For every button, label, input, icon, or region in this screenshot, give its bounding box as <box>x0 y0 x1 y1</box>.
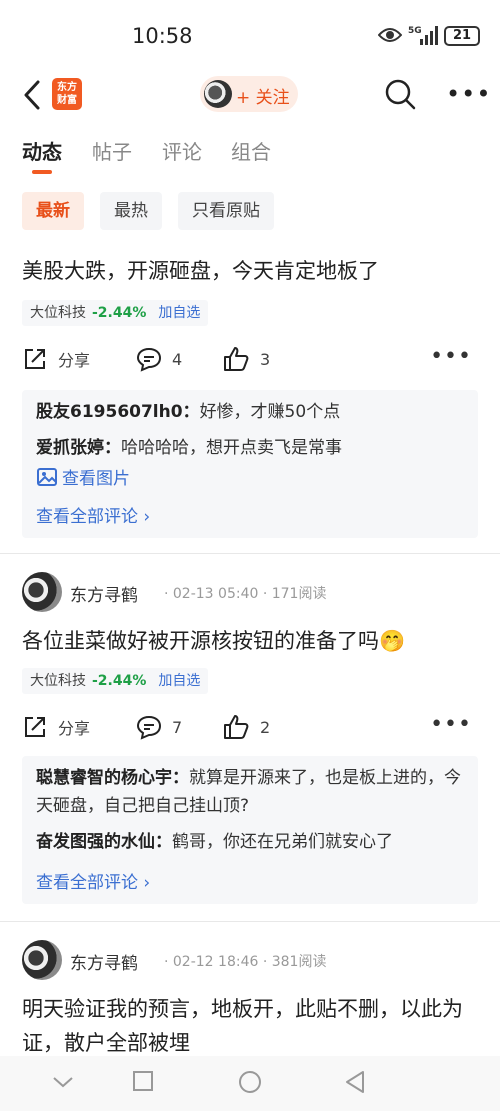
post-more-icon[interactable]: ••• <box>430 712 472 737</box>
comment-icon <box>136 715 162 740</box>
post-meta: · 02-13 05:40 · 171阅读 <box>164 586 327 602</box>
share-label: 分享 <box>58 351 91 370</box>
stock-name: 大位科技 <box>30 305 86 321</box>
comment-item[interactable]: 股友6195607lh0：好惨，才赚50个点 <box>36 398 464 426</box>
status-bar: 10:58 5G 21 <box>0 0 500 72</box>
post-content[interactable]: 各位韭菜做好被开源核按钮的准备了吗🤭 <box>22 624 478 658</box>
share-button[interactable]: 分享 <box>22 712 90 742</box>
divider <box>0 553 500 554</box>
search-icon[interactable] <box>384 78 416 110</box>
comment-text: 鹤哥，你还在兄弟们就安心了 <box>172 832 393 852</box>
stock-name: 大位科技 <box>30 673 86 689</box>
comment-user: 奋发图强的水仙： <box>36 832 172 852</box>
comment-user: 股友6195607lh0： <box>36 402 200 422</box>
tab-comments[interactable]: 评论 <box>162 136 202 165</box>
follow-button[interactable]: + 关注 <box>200 76 298 112</box>
eye-icon <box>378 28 402 42</box>
recent-apps-icon[interactable] <box>132 1070 154 1092</box>
battery-icon: 21 <box>444 26 480 46</box>
divider <box>0 921 500 922</box>
avatar[interactable] <box>22 572 62 612</box>
chevron-down-icon[interactable] <box>52 1074 74 1090</box>
logo-text-top: 东方 <box>57 82 77 93</box>
stock-tag[interactable]: 大位科技 -2.44% 加自选 <box>22 300 209 326</box>
like-button[interactable]: 2 <box>222 712 270 742</box>
thumbs-up-icon <box>224 347 249 371</box>
comment-icon <box>136 347 162 372</box>
author-name[interactable]: 东方寻鹤 <box>70 949 138 974</box>
tab-posts[interactable]: 帖子 <box>92 136 132 165</box>
more-icon[interactable]: ••• <box>446 80 491 108</box>
post-meta: · 02-12 18:46 · 381阅读 <box>164 954 327 970</box>
comment-user: 爱抓张婷： <box>36 438 121 458</box>
tab-portfolio[interactable]: 组合 <box>231 136 271 165</box>
follow-label: + 关注 <box>236 88 290 108</box>
comment-count: 7 <box>172 717 183 737</box>
post-content[interactable]: 明天验证我的预言，地板开，此贴不删，以此为证，散户全部被埋 <box>22 992 478 1060</box>
stock-tag[interactable]: 大位科技 -2.44% 加自选 <box>22 668 209 694</box>
comment-item[interactable]: 聪慧睿智的杨心宇：就算是开源来了，也是板上进的，今天砸盘，自己把自己挂山顶? <box>36 764 464 820</box>
comment-text: 好惨，才赚50个点 <box>199 402 341 422</box>
stock-change: -2.44% <box>92 305 147 321</box>
header: 东方 财富 + 关注 ••• <box>0 72 500 118</box>
view-all-comments-link[interactable]: 查看全部评论 › <box>36 868 150 893</box>
filter-latest[interactable]: 最新 <box>22 192 84 230</box>
comment-preview: 聪慧睿智的杨心宇：就算是开源来了，也是板上进的，今天砸盘，自己把自己挂山顶? 奋… <box>22 756 478 904</box>
svg-text:5G: 5G <box>408 26 422 36</box>
post-content[interactable]: 美股大跌，开源砸盘，今天肯定地板了 <box>22 254 478 288</box>
tab-underline <box>32 170 52 174</box>
share-icon <box>25 349 45 369</box>
comment-item[interactable]: 奋发图强的水仙：鹤哥，你还在兄弟们就安心了 <box>36 828 464 856</box>
app-logo: 东方 财富 <box>52 78 82 110</box>
avatar <box>204 80 232 108</box>
stock-change: -2.44% <box>92 673 147 689</box>
tab-bar: 动态 帖子 评论 组合 <box>0 136 500 176</box>
logo-text-bottom: 财富 <box>57 95 77 106</box>
author-name[interactable]: 东方寻鹤 <box>70 581 138 606</box>
back-icon[interactable] <box>18 78 46 112</box>
filter-hottest[interactable]: 最热 <box>100 192 162 230</box>
view-image-link[interactable]: 查看图片 <box>36 464 130 489</box>
post-more-icon[interactable]: ••• <box>430 344 472 369</box>
signal-icon: 5G <box>408 26 438 45</box>
post-actions: 分享 7 2 ••• <box>22 712 478 742</box>
comment-count: 4 <box>172 349 183 369</box>
post-actions: 分享 4 3 ••• <box>22 344 478 374</box>
tab-dynamics[interactable]: 动态 <box>22 136 62 165</box>
like-count: 3 <box>260 349 271 369</box>
avatar[interactable] <box>22 940 62 980</box>
comment-user: 聪慧睿智的杨心宇： <box>36 768 189 788</box>
like-count: 2 <box>260 717 271 737</box>
comment-button[interactable]: 4 <box>136 344 182 374</box>
system-nav-bar <box>0 1056 500 1111</box>
back-nav-icon[interactable] <box>344 1070 366 1094</box>
home-icon[interactable] <box>238 1070 262 1094</box>
image-icon <box>37 467 57 486</box>
share-icon <box>25 717 45 737</box>
comment-item[interactable]: 爱抓张婷：哈哈哈哈，想开点卖飞是常事 <box>36 434 464 462</box>
add-watchlist-button[interactable]: 加自选 <box>158 305 200 321</box>
comment-preview: 股友6195607lh0：好惨，才赚50个点 爱抓张婷：哈哈哈哈，想开点卖飞是常… <box>22 390 478 538</box>
share-label: 分享 <box>58 719 91 738</box>
filter-original-only[interactable]: 只看原贴 <box>178 192 274 230</box>
like-button[interactable]: 3 <box>222 344 270 374</box>
view-all-comments-link[interactable]: 查看全部评论 › <box>36 502 150 527</box>
comment-text: 哈哈哈哈，想开点卖飞是常事 <box>121 438 342 458</box>
add-watchlist-button[interactable]: 加自选 <box>158 673 200 689</box>
comment-button[interactable]: 7 <box>136 712 182 742</box>
thumbs-up-icon <box>224 715 249 739</box>
share-button[interactable]: 分享 <box>22 344 90 374</box>
status-time: 10:58 <box>132 24 193 48</box>
view-image-label: 查看图片 <box>62 469 130 489</box>
